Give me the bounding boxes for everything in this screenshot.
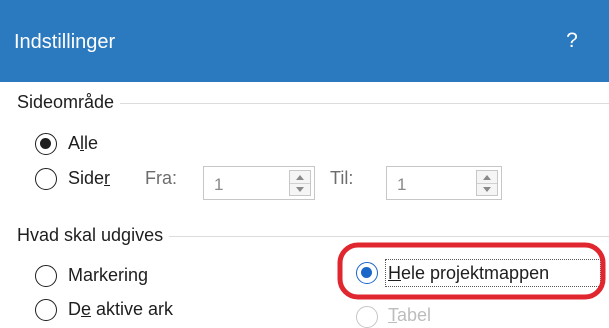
from-spinner[interactable]: 1	[203, 166, 315, 200]
from-spinner-buttons[interactable]	[289, 170, 311, 196]
radio-pages-indicator[interactable]	[35, 168, 57, 190]
from-value: 1	[214, 175, 224, 194]
help-button[interactable]: ?	[562, 28, 582, 54]
from-spinner-down-icon[interactable]	[290, 183, 310, 195]
radio-pages-label[interactable]: Sider	[68, 167, 110, 189]
radio-whole-workbook-label[interactable]: Hele projektmappen	[388, 262, 549, 284]
from-label: Fra:	[145, 168, 178, 188]
to-spinner-down-icon[interactable]	[477, 183, 497, 195]
radio-active-sheets-label[interactable]: De aktive ark	[68, 298, 173, 320]
radio-whole-workbook-indicator[interactable]	[356, 262, 378, 284]
radio-table-indicator[interactable]	[356, 306, 378, 328]
dialog-title: Indstillinger	[14, 31, 116, 53]
to-spinner-buttons[interactable]	[476, 170, 498, 196]
radio-selection-label[interactable]: Markering	[68, 264, 148, 286]
radio-all-indicator[interactable]	[35, 133, 57, 155]
to-label: Til:	[330, 168, 354, 188]
radio-selection-indicator[interactable]	[35, 265, 57, 287]
radio-all-label[interactable]: Alle	[68, 132, 98, 154]
radio-table-label[interactable]: Tabel	[388, 304, 431, 326]
page-range-group-label: Sideområde	[17, 91, 121, 113]
publish-group-label: Hvad skal udgives	[17, 224, 170, 246]
to-value: 1	[397, 175, 407, 194]
dialog-title-bar: Indstillinger ?	[0, 0, 609, 82]
to-spinner[interactable]: 1	[386, 166, 502, 200]
radio-active-sheets-indicator[interactable]	[35, 299, 57, 321]
